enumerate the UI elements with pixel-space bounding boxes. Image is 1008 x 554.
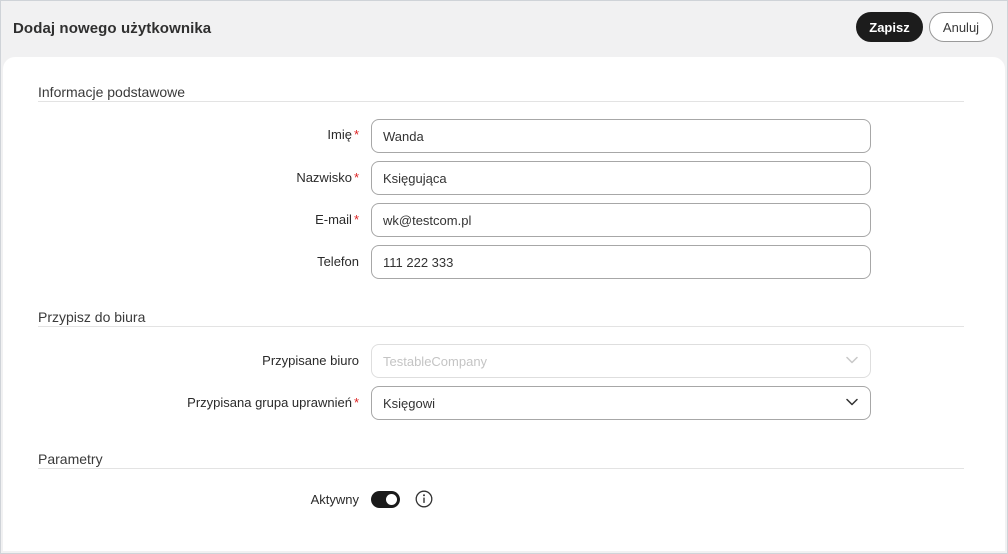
save-button[interactable]: Zapisz [856,12,923,42]
email-label: E-mail * [315,212,359,227]
dialog-title: Dodaj nowego użytkownika [13,20,212,37]
first-name-value: Wanda [383,128,424,144]
office-select: TestableCompany [371,344,871,378]
office-value: TestableCompany [383,353,488,369]
phone-label: Telefon [317,254,359,269]
info-icon[interactable] [415,490,433,508]
cancel-button[interactable]: Anuluj [929,12,993,42]
dialog-window: Dodaj nowego użytkownika Zapisz Anuluj I… [0,0,1008,554]
email-field[interactable]: wk@testcom.pl [371,203,871,237]
section-divider [38,101,964,102]
chevron-down-icon [846,398,858,406]
section-divider [38,468,964,469]
last-name-label: Nazwisko * [296,170,359,185]
section-title-params: Parametry [38,451,103,467]
required-marker: * [353,170,359,185]
last-name-field[interactable]: Księgująca [371,161,871,195]
section-title-basic: Informacje podstawowe [38,84,186,100]
section-divider [38,326,964,327]
chevron-down-icon [846,356,858,364]
required-marker: * [353,212,359,227]
form-panel: Informacje podstawowe Imię * Wanda Nazwis… [3,57,1005,551]
permission-group-select[interactable]: Księgowi [371,386,871,420]
active-label: Aktywny [310,492,359,507]
group-label: Przypisana grupa uprawnień * [187,395,359,410]
first-name-label: Imię * [327,127,359,142]
dialog-header: Dodaj nowego użytkownika Zapisz Anuluj [1,1,1007,57]
group-value: Księgowi [383,395,436,411]
office-label: Przypisane biuro [262,353,359,368]
required-marker: * [353,127,359,142]
required-marker: * [353,395,359,410]
email-value: wk@testcom.pl [383,212,472,228]
phone-value: 111 222 333 [383,254,454,270]
active-toggle[interactable] [371,491,400,508]
phone-field[interactable]: 111 222 333 [371,245,871,279]
last-name-value: Księgująca [383,170,447,186]
toggle-knob [386,494,397,505]
section-title-office: Przypisz do biura [38,309,146,325]
first-name-field[interactable]: Wanda [371,119,871,153]
